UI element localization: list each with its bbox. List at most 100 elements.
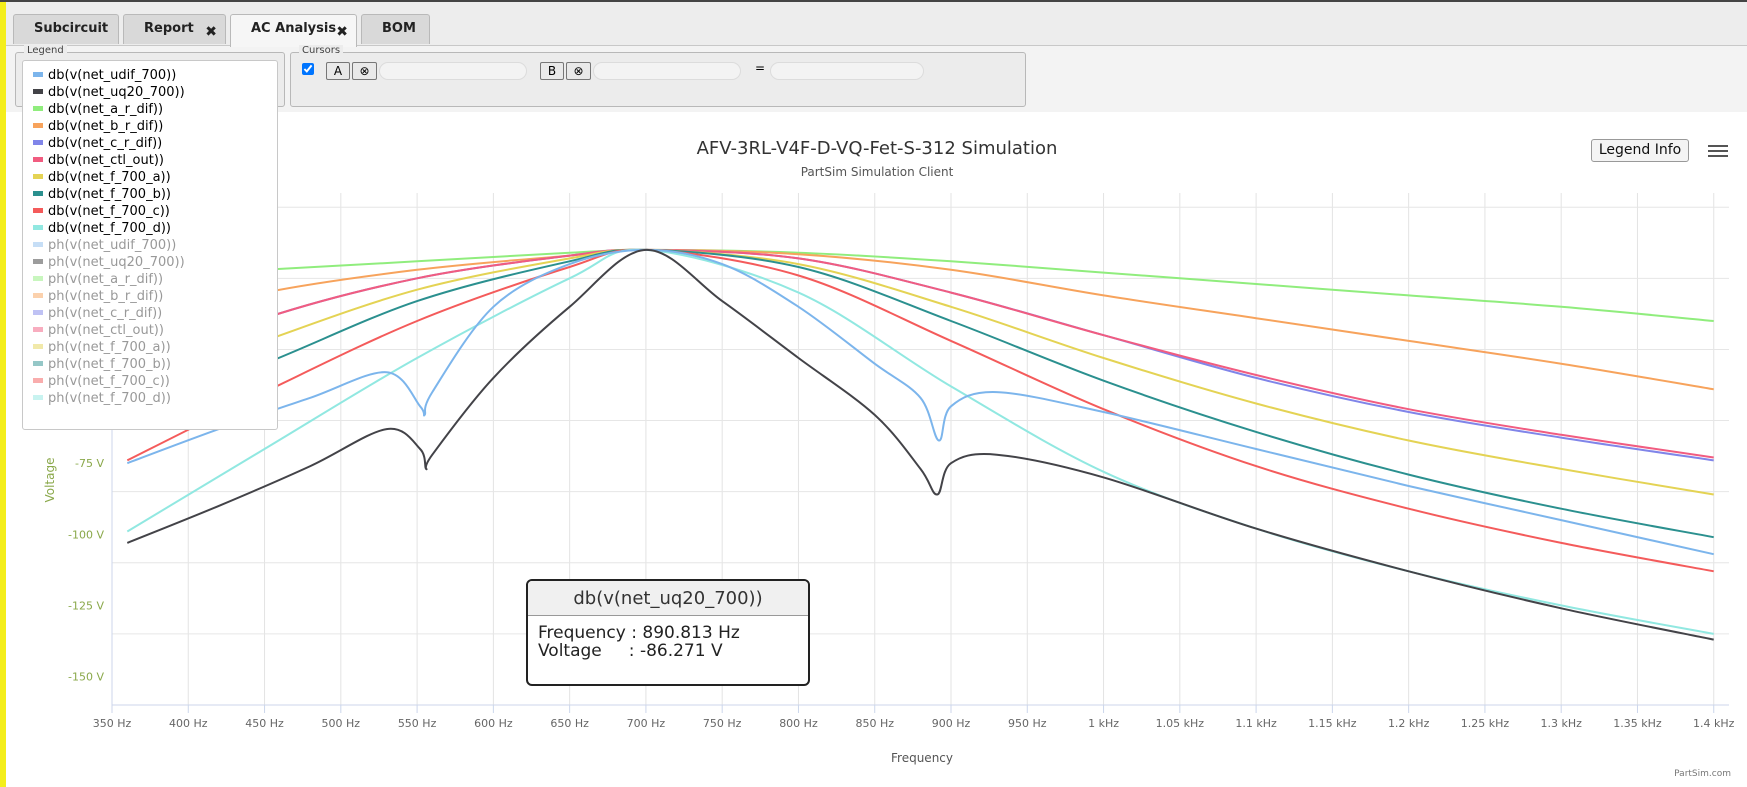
- legend-item-label: ph(v(net_f_700_d)): [48, 391, 171, 406]
- legend-item-label: db(v(net_f_700_b)): [48, 187, 171, 202]
- legend-item[interactable]: db(v(net_f_700_c)): [33, 203, 170, 220]
- x-tick-label: 1.4 kHz: [1693, 717, 1735, 730]
- y-tick-label: -75 V: [75, 457, 104, 470]
- legend-item-label: ph(v(net_a_r_dif)): [48, 272, 164, 287]
- legend-item[interactable]: ph(v(net_f_700_a)): [33, 339, 171, 356]
- legend-item-label: db(v(net_f_700_c)): [48, 204, 170, 219]
- x-tick-label: 550 Hz: [398, 717, 437, 730]
- legend-item[interactable]: ph(v(net_udif_700)): [33, 237, 176, 254]
- tooltip-title: db(v(net_uq20_700)): [528, 581, 808, 616]
- y-tick-label: -100 V: [68, 528, 104, 541]
- legend-item-label: ph(v(net_uq20_700)): [48, 255, 185, 270]
- legend-item[interactable]: ph(v(net_f_700_c)): [33, 373, 170, 390]
- series-line[interactable]: [126, 248, 1714, 635]
- legend-swatch-icon: [33, 123, 43, 128]
- legend-item[interactable]: db(v(net_udif_700)): [33, 67, 176, 84]
- legend-item[interactable]: db(v(net_ctl_out)): [33, 152, 164, 169]
- legend-swatch-icon: [33, 361, 43, 366]
- legend-item-label: ph(v(net_udif_700)): [48, 238, 177, 253]
- x-tick-label: 650 Hz: [550, 717, 589, 730]
- data-tooltip: db(v(net_uq20_700)) Frequency : 890.813 …: [526, 579, 810, 686]
- x-tick-label: 700 Hz: [627, 717, 666, 730]
- legend-item[interactable]: db(v(net_c_r_dif)): [33, 135, 162, 152]
- legend-item[interactable]: ph(v(net_b_r_dif)): [33, 288, 163, 305]
- x-tick-label: 950 Hz: [1008, 717, 1047, 730]
- legend-item-label: db(v(net_f_700_a)): [48, 170, 171, 185]
- series-line[interactable]: [126, 248, 1714, 459]
- series-line[interactable]: [126, 248, 1714, 539]
- x-tick-label: 400 Hz: [169, 717, 208, 730]
- legend-item[interactable]: db(v(net_a_r_dif)): [33, 101, 163, 118]
- legend-item-label: ph(v(net_f_700_b)): [48, 357, 171, 372]
- tooltip-voltage-label: Voltage: [538, 641, 602, 661]
- legend-item-label: ph(v(net_b_r_dif)): [48, 289, 164, 304]
- legend-item-label: db(v(net_b_r_dif)): [48, 119, 164, 134]
- legend-item[interactable]: ph(v(net_ctl_out)): [33, 322, 164, 339]
- x-tick-label: 500 Hz: [322, 717, 361, 730]
- x-tick-label: 1.3 kHz: [1540, 717, 1582, 730]
- x-tick-label: 1 kHz: [1088, 717, 1119, 730]
- legend-item[interactable]: db(v(net_uq20_700)): [33, 84, 185, 101]
- legend-item[interactable]: ph(v(net_f_700_b)): [33, 356, 171, 373]
- legend-swatch-icon: [33, 310, 43, 315]
- legend-item[interactable]: ph(v(net_c_r_dif)): [33, 305, 162, 322]
- legend-item[interactable]: ph(v(net_f_700_d)): [33, 390, 171, 407]
- legend-item[interactable]: db(v(net_f_700_a)): [33, 169, 171, 186]
- legend-item-label: ph(v(net_f_700_a)): [48, 340, 171, 355]
- legend-item-label: ph(v(net_ctl_out)): [48, 323, 164, 338]
- legend-item[interactable]: ph(v(net_uq20_700)): [33, 254, 185, 271]
- legend-swatch-icon: [33, 225, 43, 230]
- legend-item[interactable]: db(v(net_b_r_dif)): [33, 118, 163, 135]
- x-tick-label: 750 Hz: [703, 717, 742, 730]
- legend-item[interactable]: db(v(net_f_700_b)): [33, 186, 171, 203]
- tooltip-frequency-value: 890.813 Hz: [642, 623, 740, 643]
- x-tick-label: 1.2 kHz: [1388, 717, 1430, 730]
- legend-swatch-icon: [33, 276, 43, 281]
- legend-item-label: ph(v(net_f_700_c)): [48, 374, 170, 389]
- y-tick-label: -150 V: [68, 671, 104, 684]
- x-tick-label: 1.25 kHz: [1461, 717, 1510, 730]
- legend-item-label: ph(v(net_c_r_dif)): [48, 306, 163, 321]
- legend-item[interactable]: ph(v(net_a_r_dif)): [33, 271, 163, 288]
- credits[interactable]: PartSim.com: [1674, 769, 1731, 779]
- legend-swatch-icon: [33, 327, 43, 332]
- series-line[interactable]: [126, 248, 1714, 462]
- legend-item-label: db(v(net_ctl_out)): [48, 153, 164, 168]
- legend-swatch-icon: [33, 157, 43, 162]
- legend-swatch-icon: [33, 259, 43, 264]
- legend-popup: db(v(net_udif_700)) db(v(net_uq20_700))db…: [22, 60, 278, 430]
- tooltip-voltage-row: Voltage : -86.271 V: [538, 641, 723, 661]
- legend-item-label: db(v(net_udif_700)): [48, 68, 177, 83]
- legend-item-label: db(v(net_a_r_dif)): [48, 102, 164, 117]
- x-tick-label: 1.15 kHz: [1308, 717, 1357, 730]
- tooltip-frequency-label: Frequency: [538, 623, 626, 643]
- hamburger-icon[interactable]: [1708, 142, 1728, 160]
- x-tick-label: 450 Hz: [245, 717, 284, 730]
- series-line[interactable]: [126, 248, 1714, 556]
- legend-swatch-icon: [33, 344, 43, 349]
- x-tick-label: 850 Hz: [855, 717, 894, 730]
- legend-item-label: db(v(net_f_700_d)): [48, 221, 171, 236]
- legend-swatch-icon: [33, 174, 43, 179]
- series-line[interactable]: [126, 248, 1714, 496]
- x-axis-title: Frequency: [891, 751, 953, 765]
- legend-swatch-icon: [33, 293, 43, 298]
- legend-swatch-icon: [33, 106, 43, 111]
- legend-item-label: db(v(net_uq20_700)): [48, 85, 185, 100]
- legend-info-button[interactable]: Legend Info: [1591, 139, 1689, 162]
- x-tick-label: 900 Hz: [932, 717, 971, 730]
- legend-swatch-icon: [33, 395, 43, 400]
- x-tick-label: 600 Hz: [474, 717, 513, 730]
- x-tick-label: 350 Hz: [93, 717, 132, 730]
- chart-title: AFV-3RL-V4F-D-VQ-Fet-S-312 Simulation: [697, 138, 1058, 159]
- legend-swatch-icon: [33, 140, 43, 145]
- legend-swatch-icon: [33, 72, 43, 77]
- tooltip-frequency-row: Frequency : 890.813 Hz: [538, 623, 740, 643]
- x-tick-label: 800 Hz: [779, 717, 818, 730]
- chart-subtitle: PartSim Simulation Client: [801, 165, 954, 179]
- legend-swatch-icon: [33, 191, 43, 196]
- legend-item[interactable]: db(v(net_f_700_d)): [33, 220, 171, 237]
- y-tick-label: -125 V: [68, 599, 104, 612]
- x-tick-label: 1.05 kHz: [1156, 717, 1205, 730]
- legend-swatch-icon: [33, 242, 43, 247]
